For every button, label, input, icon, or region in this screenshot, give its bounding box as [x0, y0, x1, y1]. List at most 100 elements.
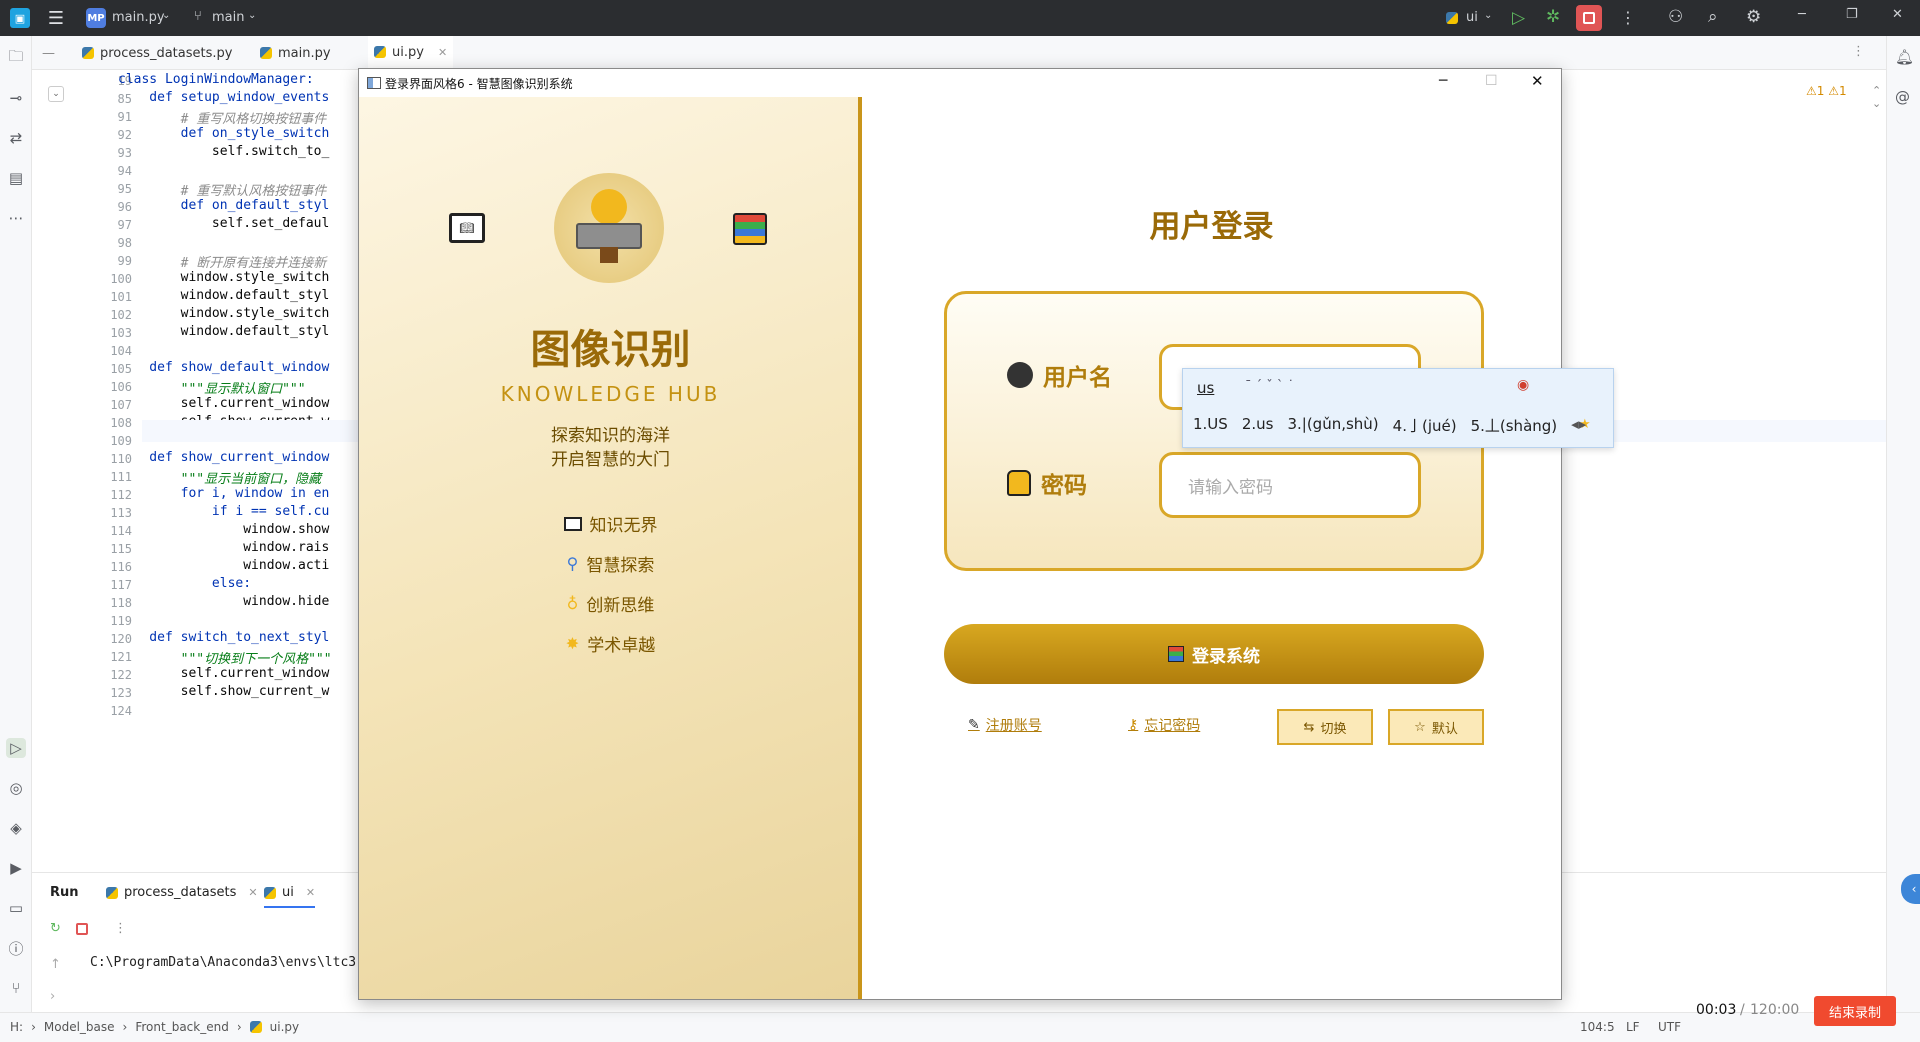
code-line: """显示当前窗口，隐藏 [118, 472, 322, 487]
code-line: window.style_switch [118, 306, 330, 321]
tab-process-datasets[interactable]: process_datasets.py [82, 36, 232, 70]
terminal-icon[interactable]: ▭ [6, 898, 26, 918]
breadcrumb: H: › Model_base › Front_back_end › ui.py [10, 1020, 299, 1034]
switch-style-button[interactable]: ⇆ 切换 [1277, 709, 1373, 745]
code-line: self.set_defaul [118, 216, 330, 231]
register-link[interactable]: ✎ 注册账号 [968, 715, 1042, 735]
chevron-down-icon: ⌄ [162, 10, 171, 21]
run-icon[interactable]: ▷ [1512, 8, 1525, 28]
chevron-left-icon[interactable]: ‹ [1901, 874, 1920, 904]
branch-selector[interactable]: main [212, 10, 244, 25]
code-line: class LoginWindowManager: [118, 72, 314, 87]
rerun-icon[interactable]: ↻ [50, 921, 61, 936]
project-selector[interactable]: main.py [112, 10, 165, 25]
books-stack-icon [733, 213, 767, 245]
services-icon[interactable]: ▶ [6, 858, 26, 878]
git-icon[interactable]: ⑂ [6, 978, 26, 998]
minimize-icon[interactable]: ─ [1798, 7, 1806, 22]
close-icon[interactable]: ✕ [306, 886, 315, 899]
password-input[interactable]: 请输入密码 [1159, 452, 1421, 518]
login-button-label: 登录系统 [1192, 646, 1260, 667]
breadcrumb-item[interactable]: Model_base [44, 1020, 115, 1034]
user-icon [1007, 362, 1033, 388]
more-icon[interactable]: ⋮ [1620, 8, 1636, 27]
notifications-icon[interactable]: 🔔︎ [1895, 48, 1914, 66]
default-style-button[interactable]: ☆ 默认 [1388, 709, 1484, 745]
code-line: # 重写风格切换按钮事件 [118, 112, 327, 127]
line-separator[interactable]: LF [1626, 1020, 1640, 1034]
line-number: 119 [110, 614, 132, 628]
close-icon[interactable]: ✕ [1892, 7, 1903, 22]
tab-label: process_datasets.py [100, 45, 233, 61]
file-encoding[interactable]: UTF [1658, 1020, 1681, 1034]
tab-label: main.py [278, 45, 331, 61]
close-icon[interactable]: ✕ [248, 886, 257, 899]
main-menu-icon[interactable]: ☰ [46, 8, 66, 29]
editor-tabs: — process_datasets.py main.py ui.py ✕ ⋮ ⚠… [32, 36, 1886, 110]
run-tab-ui[interactable]: ui ✕ [264, 885, 316, 908]
expand-icon[interactable]: › [50, 989, 55, 1004]
stop-icon[interactable] [76, 923, 88, 935]
scroll-up-icon[interactable]: ↑ [50, 957, 61, 972]
close-icon[interactable]: ✕ [438, 46, 447, 59]
python-icon [1446, 12, 1458, 24]
ime-candidate[interactable]: 4.亅(jué) [1393, 415, 1457, 436]
python-console-icon[interactable]: ◎ [6, 778, 26, 798]
right-tool-strip: 🔔︎ @ ‹ [1886, 36, 1920, 1016]
login-button[interactable]: 登录系统 [944, 624, 1484, 684]
ime-skin-icon[interactable]: ◉ [1517, 377, 1529, 393]
stop-button[interactable] [1576, 5, 1602, 31]
forgot-password-link[interactable]: ⚷ 忘记密码 [1128, 715, 1200, 735]
feature-label: 智慧探索 [586, 556, 655, 576]
tab-main[interactable]: main.py [260, 36, 331, 70]
collapse-icon[interactable]: — [42, 46, 55, 61]
debug-icon[interactable]: ✲ [1546, 7, 1560, 27]
ai-assistant-icon[interactable]: @ [1895, 88, 1910, 106]
memo-icon: ✎ [968, 717, 980, 733]
recording-widget: 00:03 / 120:00 结束录制 [1686, 996, 1896, 1026]
ime-page-arrows-icon[interactable]: ◂▸ [1571, 415, 1586, 436]
code-line: if i == self.cu [118, 504, 330, 519]
more-icon[interactable]: ⋮ [1852, 44, 1865, 59]
line-number: 109 [110, 434, 132, 448]
stop-recording-button[interactable]: 结束录制 [1814, 996, 1896, 1026]
structure-icon[interactable]: ▤ [6, 168, 26, 188]
brand-slogan-1: 探索知识的海洋 [551, 426, 670, 446]
code-line: window.style_switch [118, 270, 330, 285]
run-tool-icon[interactable]: ▷ [6, 738, 26, 758]
folder-icon[interactable]: 🗀 [6, 47, 26, 68]
maximize-icon[interactable]: ❐ [1846, 7, 1858, 22]
more-icon[interactable]: ⋮ [114, 921, 127, 936]
ime-composition: us [1197, 379, 1215, 397]
tab-ui[interactable]: ui.py ✕ [368, 36, 454, 70]
layers-icon[interactable]: ◈ [6, 818, 26, 838]
books-icon [1168, 646, 1184, 662]
ime-candidate[interactable]: 2.us [1242, 415, 1274, 436]
chevron-down-icon: ⌄ [248, 10, 257, 21]
ide-logo-icon[interactable]: ▣ [10, 8, 30, 28]
cursor-position[interactable]: 104:5 [1580, 1020, 1615, 1034]
minimize-icon[interactable]: ─ [1439, 73, 1447, 89]
code-line: self.show_current_w [118, 684, 330, 699]
gear-icon[interactable]: ⚙ [1746, 7, 1761, 27]
ime-candidate[interactable]: 3.|(gǔn,shù) [1287, 415, 1378, 436]
commit-icon[interactable]: ⊸ [6, 88, 26, 108]
problems-icon[interactable]: ⓘ [6, 938, 26, 958]
close-icon[interactable]: ✕ [1531, 72, 1544, 90]
run-tab-process-datasets[interactable]: process_datasets ✕ [106, 885, 258, 900]
ime-candidate[interactable]: 5.丄(shàng) [1471, 415, 1558, 436]
breadcrumb-item[interactable]: H: [10, 1020, 23, 1034]
more-tools-icon[interactable]: ⋯ [6, 208, 26, 228]
login-panel: 用户登录 用户名 密码 请输入密码 登录系统 ✎ 注册账号 ⚷ 忘记密码 ⇆ 切换 ☆… [862, 97, 1561, 999]
pull-request-icon[interactable]: ⇄ [6, 128, 26, 148]
search-icon[interactable]: ⌕ [1708, 7, 1718, 27]
code-line: """切换到下一个风格""" [118, 652, 332, 667]
add-user-icon[interactable]: ⚇ [1668, 7, 1683, 27]
feature-label: 学术卓越 [587, 636, 656, 656]
maximize-icon[interactable]: ☐ [1485, 73, 1498, 89]
ime-candidate[interactable]: 1.US [1193, 415, 1228, 436]
breadcrumb-item[interactable]: Front_back_end [135, 1020, 228, 1034]
ime-tone-icons: ˉ ˊ ˇ ˋ ˙ [1245, 379, 1295, 394]
breadcrumb-item[interactable]: ui.py [270, 1020, 299, 1034]
run-config-selector[interactable]: ui [1466, 10, 1478, 25]
